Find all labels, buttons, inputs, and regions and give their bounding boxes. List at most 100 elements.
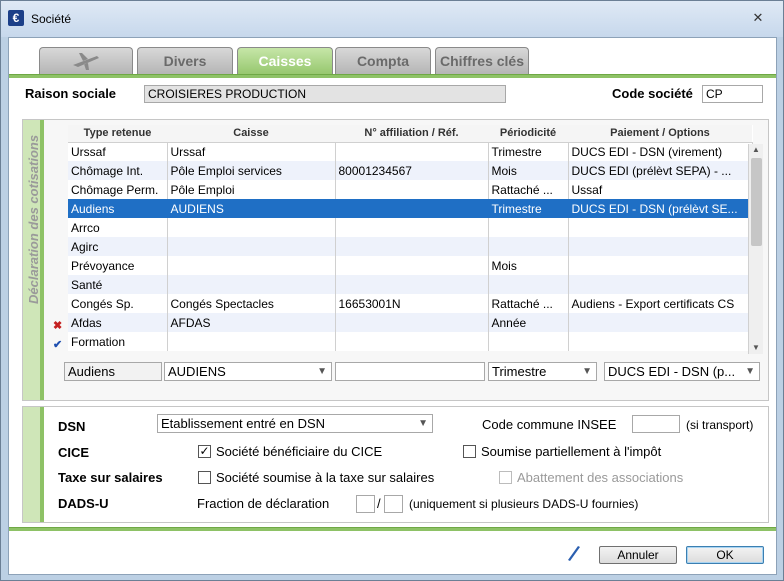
cell: DUCS EDI - DSN (virement): [568, 142, 753, 161]
tab-separator: [9, 74, 776, 78]
partial-tax-checkbox[interactable]: [463, 445, 476, 458]
edit-paiement-select[interactable]: DUCS EDI - DSN (p... ▼: [604, 362, 760, 381]
cell: 80001234567: [335, 161, 489, 180]
edit-paiement-value: DUCS EDI - DSN (p...: [608, 364, 736, 379]
abattement-label: Abattement des associations: [517, 470, 684, 485]
cell: [488, 275, 569, 294]
table-row[interactable]: Prévoyance Mois: [68, 256, 753, 275]
cell: Rattaché ...: [488, 180, 569, 199]
cell: [488, 237, 569, 256]
cell: [167, 256, 336, 275]
confirm-row-icon[interactable]: ✔: [53, 338, 62, 351]
table-row[interactable]: Formation: [68, 332, 753, 351]
tab-general[interactable]: [39, 47, 133, 74]
chevron-down-icon: ▼: [317, 366, 327, 377]
cell: Agirc: [68, 237, 168, 256]
column-header[interactable]: Périodicité: [488, 125, 568, 143]
table-header-row: Type retenue Caisse N° affiliation / Réf…: [68, 125, 752, 143]
cell: [568, 275, 753, 294]
cell: [568, 237, 753, 256]
partial-tax-label: Soumise partiellement à l'impôt: [481, 444, 662, 459]
cell: Année: [488, 313, 569, 332]
table-row[interactable]: Afdas AFDAS Année: [68, 313, 753, 332]
tab-compta[interactable]: Compta: [335, 47, 431, 74]
cell: Prévoyance: [68, 256, 168, 275]
table-row[interactable]: Urssaf Urssaf Trimestre DUCS EDI - DSN (vir…: [68, 142, 753, 161]
edit-periodicite-value: Trimestre: [492, 364, 547, 379]
table-row[interactable]: Agirc: [68, 237, 753, 256]
cell: [568, 256, 753, 275]
cell: Audiens - Export certificats CS: [568, 294, 753, 313]
tab-chiffres-cles[interactable]: Chiffres clés: [435, 47, 529, 74]
cell: Rattaché ...: [488, 294, 569, 313]
table-row[interactable]: Arrco: [68, 218, 753, 237]
taxe-salaires-checkbox[interactable]: [198, 471, 211, 484]
table-scrollbar[interactable]: ▲ ▼: [748, 144, 763, 354]
table-row[interactable]: Santé: [68, 275, 753, 294]
plane-icon: [73, 53, 99, 70]
cancel-button[interactable]: Annuler: [599, 546, 677, 564]
code-societe-label: Code société: [612, 86, 693, 101]
cell: [335, 313, 489, 332]
scroll-thumb[interactable]: [751, 158, 762, 246]
fraction-numerator-input[interactable]: [356, 495, 375, 513]
edit-caisse-select[interactable]: AUDIENS ▼: [164, 362, 332, 381]
cell: [167, 237, 336, 256]
table-row[interactable]: Chômage Int. Pôle Emploi services 80001234…: [68, 161, 753, 180]
close-button[interactable]: ✕: [747, 9, 769, 27]
insee-hint: (si transport): [686, 418, 754, 432]
cotisations-panel: Déclaration des cotisations Type retenue…: [22, 119, 769, 401]
cell: [335, 199, 489, 218]
column-header[interactable]: N° affiliation / Réf.: [335, 125, 488, 143]
tab-caisses[interactable]: Caisses: [237, 47, 333, 75]
cell: [335, 218, 489, 237]
cell: [167, 218, 336, 237]
insee-label: Code commune INSEE: [482, 417, 617, 432]
dsn-select[interactable]: Etablissement entré en DSN ▼: [157, 414, 433, 433]
chevron-down-icon: ▼: [582, 366, 592, 377]
ok-button[interactable]: OK: [686, 546, 764, 564]
abattement-checkbox: [499, 471, 512, 484]
cell: [335, 237, 489, 256]
edit-caisse-value: AUDIENS: [168, 364, 226, 379]
dialog-window: € Société ✕ Divers Caisses Compta Chiffr…: [0, 0, 784, 581]
cell: Congés Spectacles: [167, 294, 336, 313]
cell: 16653001N: [335, 294, 489, 313]
fraction-denominator-input[interactable]: [384, 495, 403, 513]
cell: DUCS EDI (prélèvt SEPA) - ...: [568, 161, 753, 180]
code-societe-field[interactable]: CP: [702, 85, 763, 103]
table-row-selected[interactable]: Audiens AUDIENS Trimestre DUCS EDI - DSN (p…: [68, 199, 753, 218]
cell: [167, 332, 336, 351]
cell: Pôle Emploi: [167, 180, 336, 199]
edit-type-field[interactable]: Audiens: [64, 362, 162, 381]
cotisations-side-label: Déclaration des cotisations: [26, 134, 41, 304]
scroll-down-icon[interactable]: ▼: [749, 342, 763, 354]
tab-divers[interactable]: Divers: [137, 47, 233, 74]
table-row[interactable]: Congés Sp. Congés Spectacles 16653001N Ratt…: [68, 294, 753, 313]
table-row[interactable]: Chômage Perm. Pôle Emploi Rattaché ... Ussa…: [68, 180, 753, 199]
delete-row-icon[interactable]: ✖: [53, 319, 62, 332]
insee-input[interactable]: [632, 415, 680, 433]
cell: [488, 218, 569, 237]
cell: [568, 332, 753, 351]
cell: DUCS EDI - DSN (prélèvt SE...: [568, 199, 753, 218]
cell: [335, 142, 489, 161]
cell: Formation: [68, 332, 168, 351]
dialog-body: Divers Caisses Compta Chiffres clés Rais…: [8, 37, 777, 575]
cell: Urssaf: [167, 142, 336, 161]
column-header[interactable]: Caisse: [167, 125, 335, 143]
column-header[interactable]: Type retenue: [68, 125, 167, 143]
column-header[interactable]: Paiement / Options: [568, 125, 752, 143]
scroll-up-icon[interactable]: ▲: [749, 144, 763, 156]
cell: Chômage Perm.: [68, 180, 168, 199]
edit-periodicite-select[interactable]: Trimestre ▼: [488, 362, 597, 381]
cice-checkbox[interactable]: ✓: [198, 445, 211, 458]
edit-affiliation-input[interactable]: [335, 362, 485, 381]
pen-icon[interactable]: [564, 544, 584, 562]
taxe-salaires-checkbox-label: Société soumise à la taxe sur salaires: [216, 470, 435, 485]
cell: Pôle Emploi services: [167, 161, 336, 180]
raison-sociale-field[interactable]: CROISIERES PRODUCTION: [144, 85, 506, 103]
cice-checkbox-label: Société bénéficiaire du CICE: [216, 444, 383, 459]
dsn-label: DSN: [58, 419, 86, 434]
window-title: Société: [31, 12, 72, 26]
